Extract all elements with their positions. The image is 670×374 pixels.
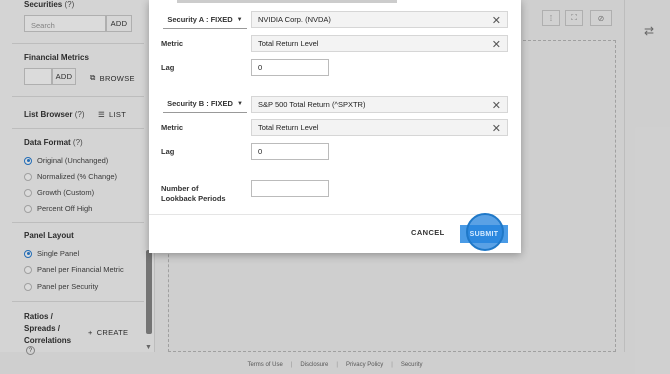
lookback-periods-input[interactable] [251, 180, 329, 197]
submit-label[interactable]: SUBMIT [460, 225, 508, 243]
close-icon[interactable]: ✕ [492, 14, 501, 27]
security-b-selector[interactable]: Security B : FIXED ▼ [163, 95, 247, 113]
metric-b-label: Metric [161, 123, 184, 132]
metric-b-field[interactable]: Total Return Level ✕ [251, 119, 508, 136]
security-b-field[interactable]: S&P 500 Total Return (^SPXTR) ✕ [251, 96, 508, 113]
caret-down-icon: ▼ [236, 16, 243, 23]
caret-down-icon: ▼ [236, 100, 243, 107]
lag-b-input[interactable]: 0 [251, 143, 329, 160]
security-b-selector-label: Security B : FIXED [167, 99, 233, 108]
security-a-selector[interactable]: Security A : FIXED ▼ [163, 11, 247, 29]
security-a-value: NVIDIA Corp. (NVDA) [258, 15, 331, 24]
close-icon[interactable]: ✕ [492, 38, 501, 51]
lookback-label-line2: Lookback Periods [161, 194, 226, 203]
lag-a-label: Lag [161, 63, 175, 72]
ratio-dialog: Security A : FIXED ▼ NVIDIA Corp. (NVDA)… [149, 0, 521, 253]
metric-a-field[interactable]: Total Return Level ✕ [251, 35, 508, 52]
metric-a-value: Total Return Level [258, 39, 319, 48]
metric-a-label: Metric [161, 39, 184, 48]
close-icon[interactable]: ✕ [492, 122, 501, 135]
lag-a-input[interactable]: 0 [251, 59, 329, 76]
cancel-button[interactable]: CANCEL [411, 228, 445, 237]
modal-top-bar [177, 0, 397, 3]
close-icon[interactable]: ✕ [492, 99, 501, 112]
lookback-label: Number of Lookback Periods [161, 184, 226, 204]
security-a-selector-label: Security A : FIXED [167, 15, 233, 24]
modal-divider [149, 214, 521, 215]
lookback-label-line1: Number of [161, 184, 199, 193]
lag-b-label: Lag [161, 147, 175, 156]
security-a-field[interactable]: NVIDIA Corp. (NVDA) ✕ [251, 11, 508, 28]
metric-b-value: Total Return Level [258, 123, 319, 132]
security-b-value: S&P 500 Total Return (^SPXTR) [258, 100, 366, 109]
